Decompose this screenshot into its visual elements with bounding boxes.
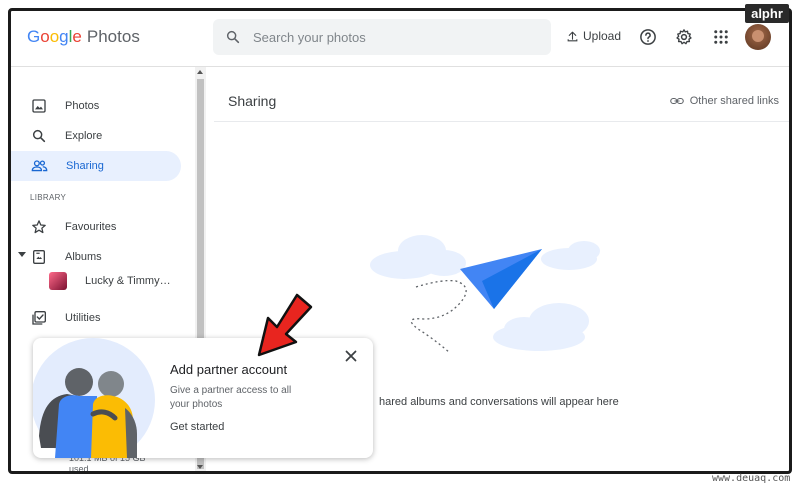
alphr-watermark: alphr	[745, 4, 789, 23]
partner-illustration	[33, 338, 155, 458]
sharing-illustration	[370, 235, 600, 354]
get-started-button[interactable]: Get started	[170, 421, 224, 433]
product-name: Photos	[86, 27, 140, 46]
site-watermark: www.deuaq.com	[712, 473, 791, 484]
sidebar-item-label: Utilities	[65, 312, 101, 324]
sidebar-item-label: Sharing	[66, 160, 104, 172]
popup-title: Add partner account	[170, 362, 288, 377]
empty-state-message: hared albums and conversations will appe…	[379, 396, 619, 408]
storage-line: used	[69, 464, 89, 474]
album-thumbnail	[49, 272, 67, 290]
search-bar[interactable]	[213, 19, 551, 55]
apps-icon[interactable]	[712, 28, 730, 46]
scroll-up-arrow-icon[interactable]	[197, 70, 203, 74]
top-bar: Google Photos Upload	[11, 11, 789, 67]
sidebar-album-item[interactable]: Lucky & Timmy…	[49, 272, 171, 290]
title-divider	[214, 121, 789, 122]
page-title: Sharing	[228, 93, 277, 109]
close-icon[interactable]	[345, 350, 357, 362]
logo-letter: g	[59, 27, 69, 46]
sidebar-item-photos[interactable]: Photos	[11, 91, 181, 121]
sidebar-item-label: Explore	[65, 130, 103, 142]
sidebar-item-favourites[interactable]: Favourites	[11, 212, 181, 242]
help-icon[interactable]	[639, 28, 657, 46]
search-icon	[226, 30, 240, 44]
upload-icon	[567, 31, 578, 41]
popup-description: Give a partner access to all your photos	[170, 385, 292, 410]
search-input[interactable]	[253, 29, 513, 45]
utilities-icon	[32, 311, 46, 325]
sidebar-item-label: Albums	[65, 251, 102, 263]
link-icon	[669, 97, 684, 105]
upload-button[interactable]: Upload	[566, 29, 621, 43]
sidebar-item-utilities[interactable]: Utilities	[11, 303, 181, 333]
people-icon	[31, 160, 48, 172]
partner-account-popup: Add partner account Give a partner acces…	[33, 338, 373, 458]
sidebar-item-label: Favourites	[65, 221, 117, 233]
library-section-label: LIBRARY	[30, 193, 67, 202]
album-title: Lucky & Timmy…	[85, 275, 171, 287]
upload-label: Upload	[583, 29, 622, 43]
sidebar-item-label: Photos	[65, 100, 100, 112]
sidebar-item-sharing[interactable]: Sharing	[11, 151, 181, 181]
logo-letter: o	[40, 27, 50, 46]
settings-icon[interactable]	[675, 28, 693, 46]
other-links-label: Other shared links	[689, 95, 779, 107]
search-icon	[32, 129, 46, 143]
sidebar-item-albums[interactable]: Albums	[11, 242, 181, 272]
red-arrow-annotation	[257, 293, 313, 357]
sidebar-item-explore[interactable]: Explore	[11, 121, 181, 151]
logo-letter: G	[27, 27, 41, 46]
app-window: Google Photos Upload Photos Explore Shar…	[8, 8, 792, 474]
scroll-down-arrow-icon[interactable]	[197, 465, 203, 469]
avatar[interactable]	[745, 24, 771, 50]
logo-letter: o	[49, 27, 60, 46]
star-icon	[32, 220, 46, 234]
photo-icon	[32, 99, 46, 113]
other-shared-links-button[interactable]: Other shared links	[669, 95, 779, 107]
album-icon	[33, 250, 45, 264]
google-photos-logo[interactable]: Google Photos	[27, 27, 140, 47]
logo-letter: e	[72, 27, 82, 46]
